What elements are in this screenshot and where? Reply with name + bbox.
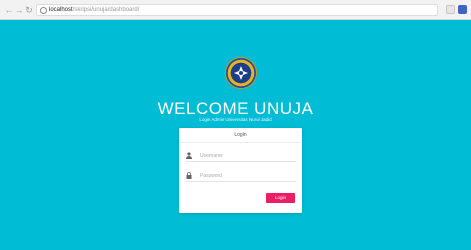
forward-icon[interactable]: →	[14, 5, 24, 15]
username-input[interactable]	[200, 151, 292, 160]
login-page: WELCOME UNUJA Login Admin Universitas Nu…	[0, 20, 471, 250]
user-icon	[186, 152, 192, 159]
address-bar[interactable]: localhost/skripsi/unuja/dashboard/	[36, 4, 438, 16]
login-card-title: Login	[179, 128, 302, 143]
browser-toolbar: ← → ↻ localhost/skripsi/unuja/dashboard/	[0, 0, 471, 20]
info-icon[interactable]	[40, 7, 47, 14]
profile-icon[interactable]	[458, 5, 467, 14]
password-input[interactable]	[200, 171, 292, 180]
reload-icon[interactable]: ↻	[24, 5, 34, 15]
login-button[interactable]: Login	[266, 193, 295, 203]
page-title: WELCOME UNUJA	[157, 99, 314, 118]
lock-icon	[186, 172, 192, 179]
username-field	[186, 151, 296, 162]
url-host: localhost	[49, 7, 73, 13]
login-card: Login Login	[179, 128, 302, 213]
url-path: /skripsi/unuja/dashboard/	[72, 7, 140, 13]
page-subtitle: Login Admin Universitas Nurul Jadid	[199, 117, 272, 122]
password-field	[186, 171, 296, 182]
extension-icon[interactable]	[446, 5, 455, 14]
university-seal-icon	[226, 58, 256, 88]
back-icon[interactable]: ←	[4, 5, 14, 15]
